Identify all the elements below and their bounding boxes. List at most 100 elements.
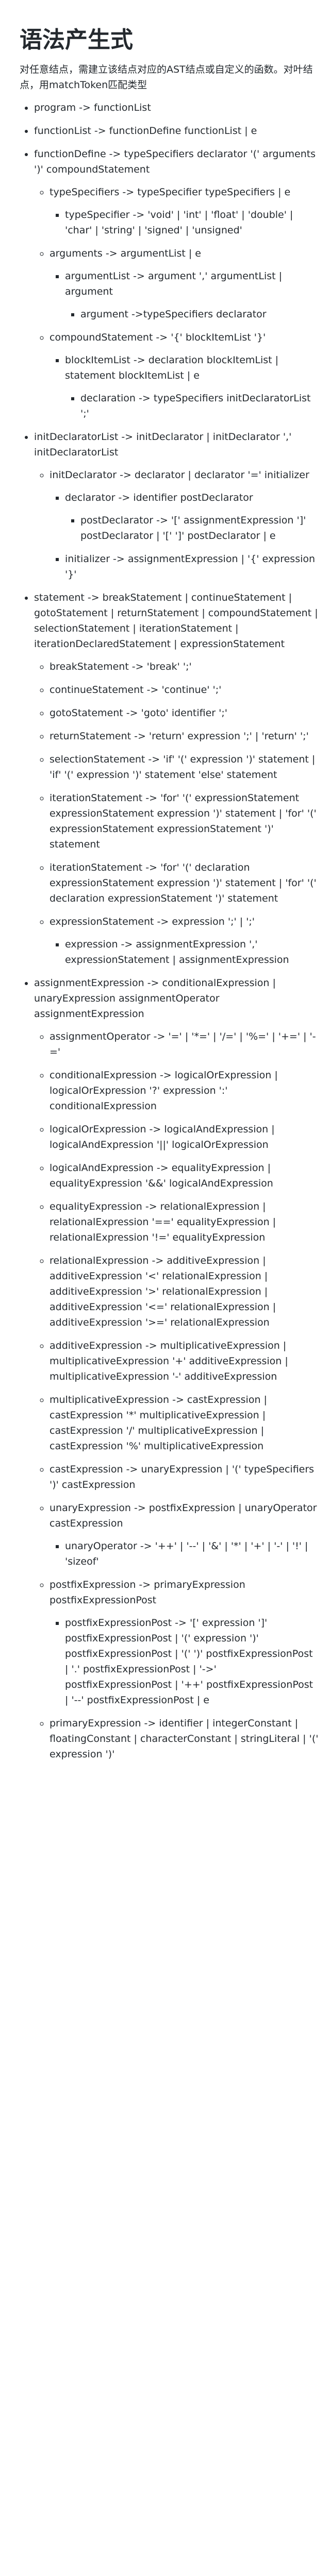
- grammar-rule-item: argument ->typeSpecifiers declarator: [80, 307, 319, 322]
- grammar-rule-sublist: argument ->typeSpecifiers declarator: [65, 307, 319, 322]
- grammar-rule-text: primaryExpression -> identifier | intege…: [50, 1718, 319, 1760]
- grammar-rule-text: argument ->typeSpecifiers declarator: [80, 309, 267, 320]
- grammar-rule-text: postfixExpressionPost -> '[' expression …: [65, 1617, 314, 1706]
- grammar-rule-item: returnStatement -> 'return' expression '…: [50, 728, 319, 744]
- grammar-rule-item: continueStatement -> 'continue' ';': [50, 682, 319, 698]
- grammar-rule-item: equalityExpression -> relationalExpressi…: [50, 1199, 319, 1245]
- grammar-rule-item: conditionalExpression -> logicalOrExpres…: [50, 1067, 319, 1114]
- grammar-rule-item: postfixExpressionPost -> '[' expression …: [65, 1615, 319, 1708]
- grammar-rule-text: typeSpecifier -> 'void' | 'int' | 'float…: [65, 209, 293, 236]
- grammar-rule-item: functionList -> functionDefine functionL…: [34, 123, 319, 139]
- grammar-rule-item: gotoStatement -> 'goto' identifier ';': [50, 705, 319, 721]
- grammar-rule-text: iterationStatement -> 'for' '(' declarat…: [50, 862, 317, 904]
- grammar-rule-sublist: postDeclarator -> '[' assignmentExpressi…: [65, 513, 319, 544]
- grammar-rule-text: blockItemList -> declaration blockItemLi…: [65, 354, 279, 381]
- grammar-rule-item: postfixExpression -> primaryExpression p…: [50, 1577, 319, 1708]
- grammar-rule-item: program -> functionList: [34, 100, 319, 115]
- grammar-rule-sublist: typeSpecifiers -> typeSpecifier typeSpec…: [34, 184, 319, 421]
- grammar-rule-text: statement -> breakStatement | continueSt…: [34, 592, 318, 650]
- grammar-rule-text: logicalAndExpression -> equalityExpressi…: [50, 1162, 273, 1189]
- grammar-rule-item: expressionStatement -> expression ';' | …: [50, 914, 319, 968]
- grammar-rule-item: unaryOperator -> '++' | '--' | '&' | '*'…: [65, 1538, 319, 1569]
- grammar-rule-item: additiveExpression -> multiplicativeExpr…: [50, 1338, 319, 1384]
- grammar-rule-text: iterationStatement -> 'for' '(' expressi…: [50, 792, 317, 850]
- grammar-rule-text: castExpression -> unaryExpression | '(' …: [50, 1464, 315, 1490]
- grammar-rule-text: argumentList -> argument ',' argumentLis…: [65, 270, 283, 297]
- grammar-rule-item: primaryExpression -> identifier | intege…: [50, 1716, 319, 1762]
- grammar-rule-item: postDeclarator -> '[' assignmentExpressi…: [80, 513, 319, 544]
- grammar-rule-text: arguments -> argumentList | e: [50, 248, 201, 259]
- grammar-rule-text: continueStatement -> 'continue' ';': [50, 684, 222, 696]
- grammar-rule-text: postDeclarator -> '[' assignmentExpressi…: [80, 515, 306, 541]
- grammar-rule-sublist: blockItemList -> declaration blockItemLi…: [50, 352, 319, 421]
- grammar-rule-item: iterationStatement -> 'for' '(' declarat…: [50, 860, 319, 906]
- grammar-rule-list: program -> functionList functionList -> f…: [20, 100, 319, 1762]
- document: 语法产生式 对任意结点，需建立该结点对应的AST结点或自定义的函数。对叶结点，用…: [0, 0, 330, 1790]
- grammar-rule-item: unaryExpression -> postfixExpression | u…: [50, 1500, 319, 1569]
- grammar-rule-text: returnStatement -> 'return' expression '…: [50, 731, 309, 742]
- grammar-rule-text: unaryExpression -> postfixExpression | u…: [50, 1502, 317, 1529]
- grammar-rule-text: initDeclaratorList -> initDeclarator | i…: [34, 431, 292, 458]
- grammar-rule-text: initializer -> assignmentExpression | '{…: [65, 553, 316, 580]
- grammar-rule-item: assignmentOperator -> '=' | '*=' | '/=' …: [50, 1029, 319, 1060]
- grammar-rule-item: initDeclaratorList -> initDeclarator | i…: [34, 429, 319, 582]
- grammar-rule-item: declaration -> typeSpecifiers initDeclar…: [80, 391, 319, 421]
- grammar-rule-text: assignmentExpression -> conditionalExpre…: [34, 977, 276, 1020]
- grammar-rule-item: statement -> breakStatement | continueSt…: [34, 590, 319, 968]
- grammar-rule-sublist: typeSpecifier -> 'void' | 'int' | 'float…: [50, 207, 319, 238]
- grammar-rule-text: declaration -> typeSpecifiers initDeclar…: [80, 393, 311, 419]
- grammar-rule-item: functionDefine -> typeSpecifiers declara…: [34, 146, 319, 421]
- grammar-rule-text: program -> functionList: [34, 102, 151, 113]
- grammar-rule-item: assignmentExpression -> conditionalExpre…: [34, 975, 319, 1762]
- grammar-rule-item: initializer -> assignmentExpression | '{…: [65, 551, 319, 582]
- grammar-rule-text: declarator -> identifier postDeclarator: [65, 492, 253, 503]
- grammar-rule-sublist: postfixExpressionPost -> '[' expression …: [50, 1615, 319, 1708]
- intro-paragraph: 对任意结点，需建立该结点对应的AST结点或自定义的函数。对叶结点，用matchT…: [20, 64, 313, 91]
- grammar-rule-text: unaryOperator -> '++' | '--' | '&' | '*'…: [65, 1540, 308, 1567]
- grammar-rule-text: functionList -> functionDefine functionL…: [34, 125, 257, 137]
- grammar-rule-sublist: declaration -> typeSpecifiers initDeclar…: [65, 391, 319, 421]
- grammar-rule-sublist: declarator -> identifier postDeclarator p…: [50, 490, 319, 582]
- grammar-rule-text: compoundStatement -> '{' blockItemList '…: [50, 332, 266, 343]
- grammar-rule-text: conditionalExpression -> logicalOrExpres…: [50, 1070, 278, 1112]
- grammar-rule-text: multiplicativeExpression -> castExpressi…: [50, 1394, 267, 1452]
- grammar-rule-sublist: argumentList -> argument ',' argumentLis…: [50, 268, 319, 322]
- grammar-rule-item: typeSpecifier -> 'void' | 'int' | 'float…: [65, 207, 319, 238]
- grammar-rule-sublist: breakStatement -> 'break' ';' continueSta…: [34, 659, 319, 968]
- grammar-rule-sublist: unaryOperator -> '++' | '--' | '&' | '*'…: [50, 1538, 319, 1569]
- grammar-rule-text: equalityExpression -> relationalExpressi…: [50, 1201, 276, 1243]
- grammar-rule-text: initDeclarator -> declarator | declarato…: [50, 469, 309, 481]
- grammar-rule-text: typeSpecifiers -> typeSpecifier typeSpec…: [50, 187, 291, 198]
- page-title: 语法产生式: [20, 27, 133, 53]
- grammar-rule-text: breakStatement -> 'break' ';': [50, 661, 192, 672]
- grammar-rule-item: typeSpecifiers -> typeSpecifier typeSpec…: [50, 184, 319, 238]
- grammar-rule-text: logicalOrExpression -> logicalAndExpress…: [50, 1124, 275, 1150]
- grammar-rule-item: initDeclarator -> declarator | declarato…: [50, 467, 319, 582]
- grammar-rule-text: postfixExpression -> primaryExpression p…: [50, 1579, 245, 1606]
- grammar-rule-text: selectionStatement -> 'if' '(' expressio…: [50, 754, 316, 781]
- grammar-rule-text: assignmentOperator -> '=' | '*=' | '/=' …: [50, 1031, 316, 1058]
- grammar-rule-item: logicalOrExpression -> logicalAndExpress…: [50, 1122, 319, 1153]
- grammar-rule-text: relationalExpression -> additiveExpressi…: [50, 1255, 276, 1328]
- grammar-rule-item: relationalExpression -> additiveExpressi…: [50, 1253, 319, 1330]
- grammar-rule-text: expressionStatement -> expression ';' | …: [50, 916, 255, 927]
- grammar-rule-item: compoundStatement -> '{' blockItemList '…: [50, 330, 319, 421]
- grammar-rule-item: logicalAndExpression -> equalityExpressi…: [50, 1160, 319, 1191]
- grammar-rule-item: selectionStatement -> 'if' '(' expressio…: [50, 752, 319, 783]
- grammar-rule-text: gotoStatement -> 'goto' identifier ';': [50, 707, 227, 719]
- grammar-rule-item: expression -> assignmentExpression ',' e…: [65, 937, 319, 968]
- grammar-rule-text: functionDefine -> typeSpecifiers declara…: [34, 148, 316, 175]
- grammar-rule-item: breakStatement -> 'break' ';': [50, 659, 319, 674]
- grammar-rule-item: arguments -> argumentList | e argumentLis…: [50, 246, 319, 322]
- grammar-rule-item: argumentList -> argument ',' argumentLis…: [65, 268, 319, 322]
- grammar-rule-item: multiplicativeExpression -> castExpressi…: [50, 1392, 319, 1454]
- grammar-rule-sublist: expression -> assignmentExpression ',' e…: [50, 937, 319, 968]
- grammar-rule-text: additiveExpression -> multiplicativeExpr…: [50, 1340, 288, 1382]
- grammar-rule-item: castExpression -> unaryExpression | '(' …: [50, 1462, 319, 1493]
- grammar-rule-item: blockItemList -> declaration blockItemLi…: [65, 352, 319, 421]
- grammar-rule-item: iterationStatement -> 'for' '(' expressi…: [50, 790, 319, 852]
- grammar-rule-text: expression -> assignmentExpression ',' e…: [65, 939, 289, 965]
- grammar-rule-sublist: assignmentOperator -> '=' | '*=' | '/=' …: [34, 1029, 319, 1762]
- grammar-rule-item: declarator -> identifier postDeclarator p…: [65, 490, 319, 544]
- grammar-rule-sublist: initDeclarator -> declarator | declarato…: [34, 467, 319, 582]
